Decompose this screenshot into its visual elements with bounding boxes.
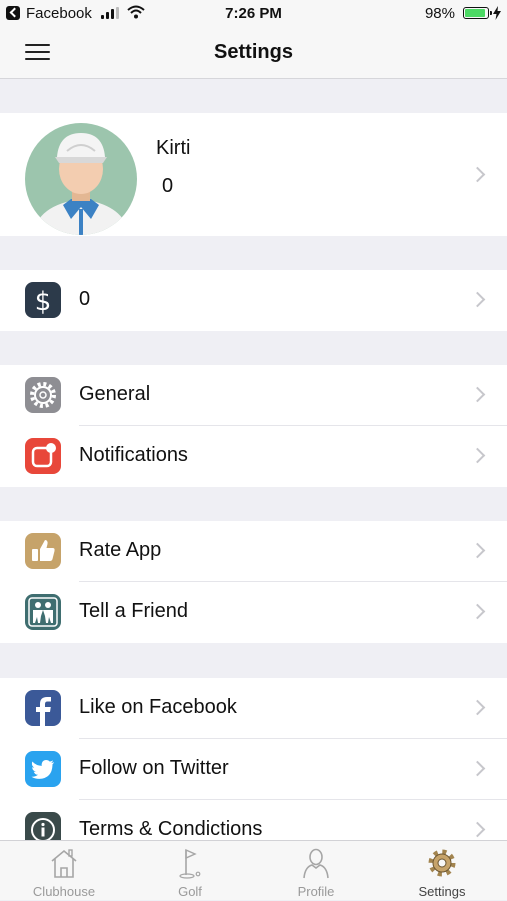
thumbs-up-icon [25, 533, 61, 569]
twitter-icon [25, 751, 61, 787]
facebook-row[interactable]: Like on Facebook [0, 678, 507, 739]
dollar-icon: $ [25, 282, 61, 318]
tell-a-friend-row[interactable]: Tell a Friend [0, 582, 507, 643]
charging-bolt-icon [493, 6, 501, 20]
chevron-right-icon [469, 542, 486, 559]
general-row[interactable]: General [0, 365, 507, 426]
notifications-row[interactable]: Notifications [0, 426, 507, 487]
chevron-right-icon [469, 447, 486, 464]
profile-icon [303, 848, 329, 879]
tab-clubhouse[interactable]: Clubhouse [1, 841, 127, 901]
tab-settings-label: Settings [418, 884, 466, 899]
settings-group-social: Like on Facebook Follow on Twitter Terms… [0, 678, 507, 840]
clubhouse-icon [51, 849, 77, 878]
battery-icon [463, 7, 492, 19]
gear-icon [25, 377, 61, 413]
profile-name: Kirti [156, 137, 191, 159]
tab-golf[interactable]: Golf [127, 841, 253, 901]
settings-gear-icon [428, 849, 456, 877]
chevron-right-icon [469, 291, 486, 308]
terms-row[interactable]: Terms & Condictions [0, 800, 507, 840]
settings-group-general: General Notifications [0, 365, 507, 487]
golf-flag-icon [179, 848, 201, 879]
profile-score: 0 [162, 175, 174, 197]
tab-golf-label: Golf [178, 884, 202, 899]
twitter-label: Follow on Twitter [79, 757, 229, 779]
tab-settings[interactable]: Settings [379, 841, 505, 901]
tab-clubhouse-label: Clubhouse [32, 884, 96, 899]
settings-group-share: Rate App Tell a Friend [0, 521, 507, 643]
chevron-right-icon [469, 760, 486, 777]
svg-text:$: $ [35, 287, 52, 317]
info-icon [25, 812, 61, 840]
avatar [25, 123, 137, 235]
friends-icon [25, 594, 61, 630]
rate-app-row[interactable]: Rate App [0, 521, 507, 582]
rate-app-label: Rate App [79, 539, 162, 561]
chevron-right-icon [469, 386, 486, 403]
general-label: General [79, 383, 151, 405]
tell-a-friend-label: Tell a Friend [79, 600, 188, 622]
chevron-right-icon [469, 821, 486, 838]
facebook-label: Like on Facebook [79, 696, 237, 718]
chevron-right-icon [469, 166, 486, 183]
notification-icon [25, 438, 61, 474]
page-title: Settings [214, 41, 293, 63]
tab-bar: Clubhouse Golf Profile Settings [0, 840, 507, 900]
chevron-right-icon [469, 699, 486, 716]
terms-label: Terms & Condictions [79, 818, 263, 840]
chevron-right-icon [469, 603, 486, 620]
nav-bar: Settings [0, 28, 507, 79]
balance-section: $ 0 [0, 270, 507, 331]
facebook-icon [25, 690, 61, 726]
tab-profile-label: Profile [297, 884, 335, 899]
notifications-label: Notifications [79, 444, 188, 466]
tab-profile[interactable]: Profile [253, 841, 379, 901]
balance-value: 0 [79, 288, 91, 310]
battery-percent: 98% [424, 5, 455, 22]
twitter-row[interactable]: Follow on Twitter [0, 739, 507, 800]
balance-row[interactable]: $ 0 [0, 270, 507, 331]
status-bar: Facebook 7:26 PM 98% [0, 0, 507, 28]
